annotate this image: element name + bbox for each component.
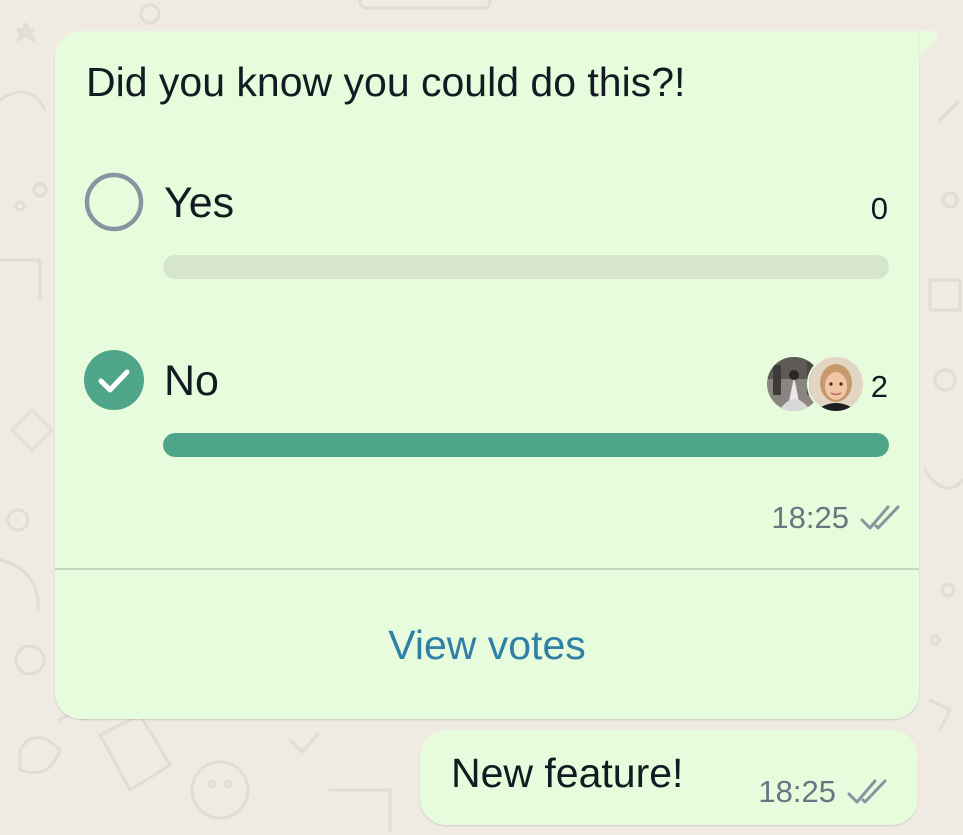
message-meta: 18:25: [758, 774, 892, 810]
poll-meta: 18:25: [771, 498, 905, 538]
bubble-tail: [917, 31, 939, 61]
poll-option-label: Yes: [164, 179, 235, 227]
poll-option-no[interactable]: No 2: [55, 349, 919, 469]
view-votes-button[interactable]: View votes: [55, 571, 919, 719]
voter-avatar-2: [807, 355, 865, 413]
divider: [55, 568, 919, 570]
poll-option-bar-fill: [163, 433, 889, 457]
voter-avatars[interactable]: [765, 355, 865, 413]
check-circle-icon[interactable]: [84, 350, 144, 410]
poll-option-count: 0: [870, 191, 888, 226]
message-time: 18:25: [771, 500, 849, 535]
poll-message-bubble: Did you know you could do this?! Yes 0 N…: [55, 31, 919, 719]
double-check-icon: [847, 779, 887, 804]
text-message-bubble: New feature! 18:25: [420, 730, 918, 825]
empty-radio-icon[interactable]: [84, 172, 144, 232]
double-check-icon: [860, 505, 900, 530]
poll-question: Did you know you could do this?!: [86, 59, 686, 105]
poll-option-bar: [163, 255, 889, 279]
poll-option-label: No: [164, 357, 219, 405]
message-text: New feature!: [451, 750, 684, 796]
poll-option-count: 2: [870, 369, 888, 404]
message-time: 18:25: [758, 774, 836, 809]
poll-option-bar: [163, 433, 889, 457]
poll-option-yes[interactable]: Yes 0: [55, 171, 919, 291]
